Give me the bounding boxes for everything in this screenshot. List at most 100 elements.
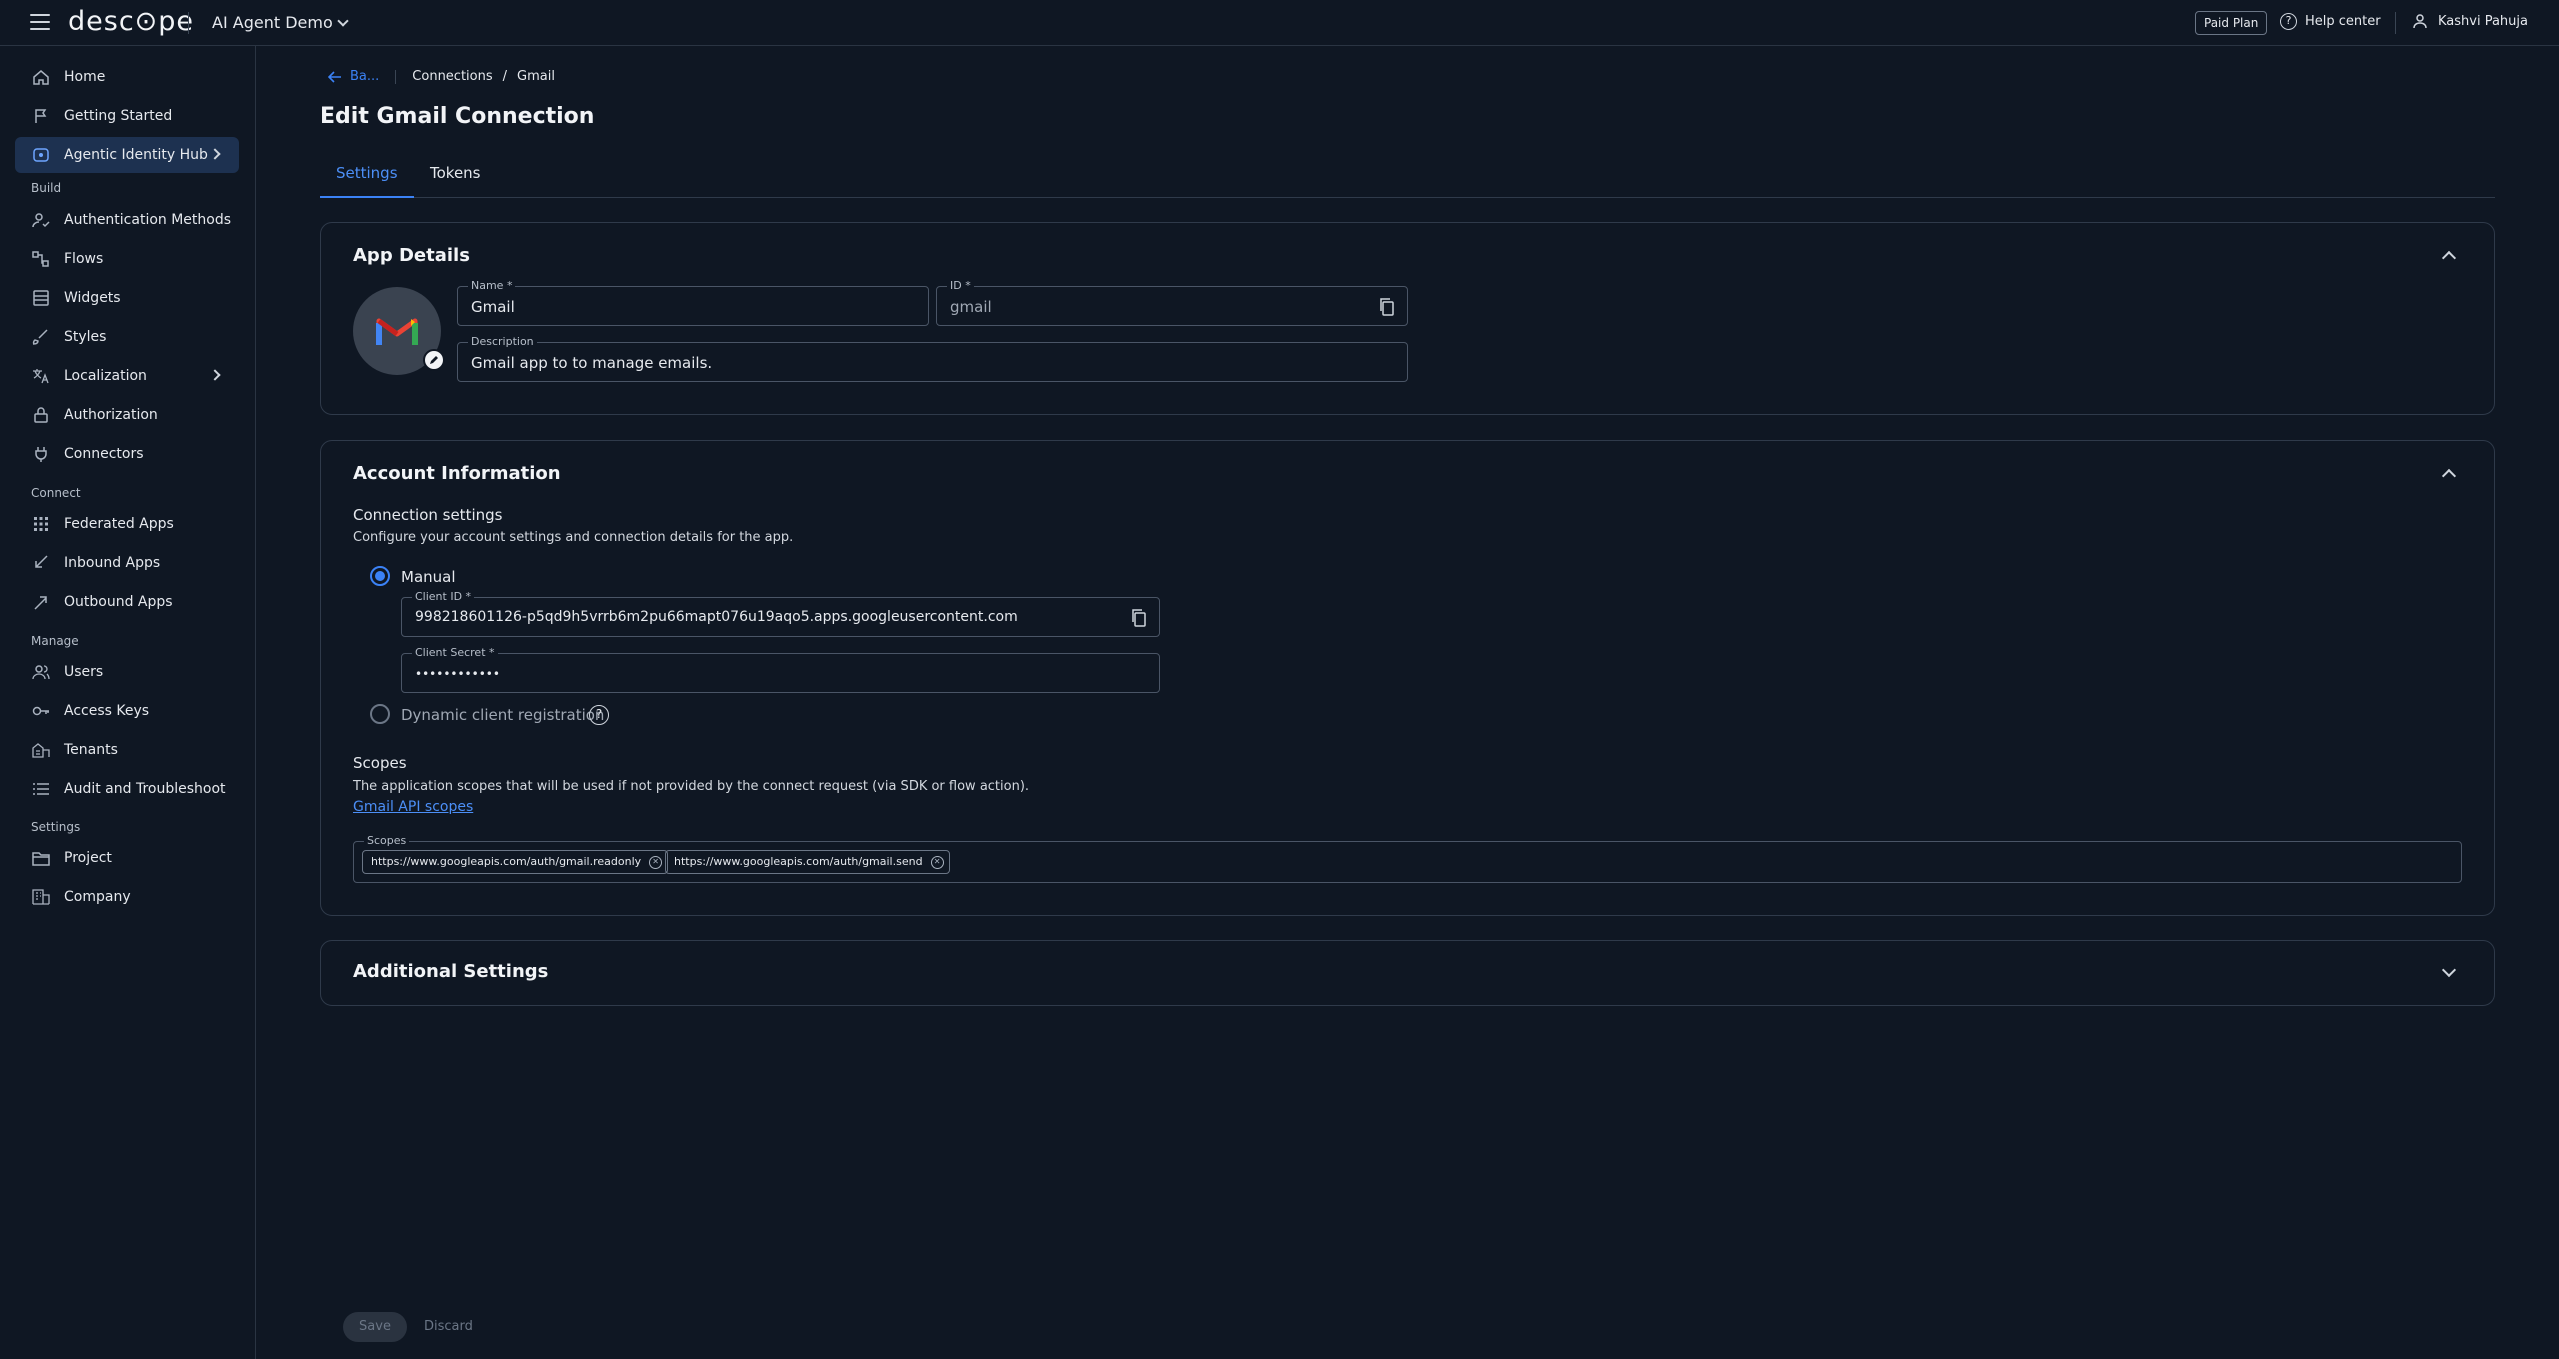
tab-tokens[interactable]: Tokens: [414, 158, 497, 198]
sidebar-item-tenants[interactable]: Tenants: [15, 732, 239, 768]
card-title: Account Information: [353, 463, 561, 484]
help-center-link[interactable]: ? Help center: [2280, 13, 2381, 30]
chevron-right-icon: [209, 369, 221, 381]
save-button[interactable]: Save: [343, 1312, 407, 1342]
grid-icon: [32, 516, 50, 532]
sidebar-item-label: Company: [64, 889, 131, 905]
project-selector[interactable]: AI Agent Demo: [212, 13, 349, 32]
sidebar-item-users[interactable]: Users: [15, 654, 239, 690]
field-label: Description: [468, 335, 537, 349]
dynamic-registration-radio[interactable]: [370, 704, 390, 724]
agent-icon: [32, 147, 50, 163]
copy-icon[interactable]: [1131, 609, 1147, 627]
field-value: ••••••••••••: [415, 667, 500, 681]
scopes-field[interactable]: Scopes https://www.googleapis.com/auth/g…: [353, 834, 2462, 883]
sidebar-item-outbound-apps[interactable]: Outbound Apps: [15, 584, 239, 620]
menu-icon[interactable]: [30, 14, 50, 32]
gmail-icon: [376, 318, 418, 345]
description-field[interactable]: Description Gmail app to to manage email…: [457, 335, 1408, 382]
sidebar-item-localization[interactable]: Localization: [15, 358, 239, 394]
breadcrumb-connections[interactable]: Connections: [412, 69, 492, 84]
field-value: gmail: [950, 298, 992, 316]
page-title: Edit Gmail Connection: [320, 104, 595, 129]
lock-icon: [32, 407, 50, 423]
remove-icon[interactable]: ✕: [930, 856, 944, 869]
tab-settings[interactable]: Settings: [320, 158, 414, 198]
help-label: Help center: [2305, 14, 2381, 29]
remove-icon[interactable]: ✕: [649, 856, 663, 869]
sidebar-item-authentication-methods[interactable]: Authentication Methods: [15, 202, 239, 238]
client-secret-field[interactable]: Client Secret * ••••••••••••: [401, 646, 1160, 693]
flows-icon: [32, 251, 50, 267]
users-icon: [32, 664, 50, 680]
sidebar-item-project[interactable]: Project: [15, 840, 239, 876]
sidebar-item-flows[interactable]: Flows: [15, 241, 239, 277]
sidebar-item-federated-apps[interactable]: Federated Apps: [15, 506, 239, 542]
top-bar: desc⊙pe AI Agent Demo Paid Plan ? Help c…: [0, 0, 2559, 46]
user-name: Kashvi Pahuja: [2438, 13, 2528, 29]
auth-icon: [32, 212, 50, 228]
home-icon: [32, 69, 50, 85]
dynamic-registration-label: Dynamic client registration: [401, 706, 605, 724]
name-field[interactable]: Name * Gmail: [457, 279, 929, 326]
widgets-icon: [32, 290, 50, 306]
sidebar-item-styles[interactable]: Styles: [15, 319, 239, 355]
field-value: Gmail: [471, 298, 515, 316]
chevron-down-icon[interactable]: [2441, 962, 2457, 978]
manual-radio[interactable]: [370, 566, 390, 586]
sidebar-item-label: Authentication Methods: [64, 212, 232, 228]
edit-logo-button[interactable]: [423, 349, 445, 371]
discard-button[interactable]: Discard: [424, 1312, 473, 1342]
sidebar-item-audit[interactable]: Audit and Troubleshoot: [15, 771, 239, 807]
sidebar-item-label: Outbound Apps: [64, 594, 173, 610]
help-icon: ?: [2280, 13, 2297, 30]
back-link[interactable]: Ba...: [328, 69, 379, 84]
outbound-icon: [32, 594, 50, 610]
sidebar: Home Getting Started Agentic Identity Hu…: [0, 46, 256, 1359]
client-id-field[interactable]: Client ID * 998218601126-p5qd9h5vrrb6m2p…: [401, 590, 1160, 637]
id-field[interactable]: ID * gmail: [936, 279, 1408, 326]
logo[interactable]: desc⊙pe: [68, 6, 194, 37]
section-label: Connect: [31, 486, 81, 500]
connection-settings-text: Configure your account settings and conn…: [353, 530, 794, 545]
sidebar-item-agentic-identity-hub[interactable]: Agentic Identity Hub: [15, 137, 239, 173]
field-label: Client ID *: [412, 590, 475, 604]
sidebar-item-label: Audit and Troubleshoot: [64, 781, 226, 797]
building-icon: [32, 889, 50, 905]
back-label: Ba...: [350, 69, 380, 84]
chevron-up-icon[interactable]: [2441, 468, 2457, 484]
divider: [2395, 12, 2396, 34]
sidebar-item-home[interactable]: Home: [15, 59, 239, 95]
sidebar-item-label: Access Keys: [64, 703, 150, 719]
sidebar-item-label: Localization: [64, 368, 147, 384]
sidebar-item-label: Flows: [64, 251, 104, 267]
pencil-icon: [430, 356, 438, 364]
connection-settings-heading: Connection settings: [353, 506, 503, 524]
gmail-api-scopes-link[interactable]: Gmail API scopes: [353, 799, 473, 815]
scope-chip-label: https://www.googleapis.com/auth/gmail.re…: [371, 855, 642, 868]
sidebar-item-label: Users: [64, 664, 104, 680]
chevron-up-icon[interactable]: [2441, 250, 2457, 266]
sidebar-item-access-keys[interactable]: Access Keys: [15, 693, 239, 729]
sidebar-item-widgets[interactable]: Widgets: [15, 280, 239, 316]
sidebar-item-getting-started[interactable]: Getting Started: [15, 98, 239, 134]
help-icon[interactable]: ?: [589, 705, 609, 725]
plan-badge[interactable]: Paid Plan: [2195, 11, 2268, 35]
sidebar-item-authorization[interactable]: Authorization: [15, 397, 239, 433]
sidebar-item-company[interactable]: Company: [15, 879, 239, 915]
plug-icon: [32, 446, 50, 462]
sidebar-item-label: Getting Started: [64, 108, 173, 124]
sidebar-item-connectors[interactable]: Connectors: [15, 436, 239, 472]
account-information-card: Account Information Connection settings …: [320, 440, 2495, 916]
additional-settings-card[interactable]: Additional Settings: [320, 940, 2495, 1006]
scope-chip: https://www.googleapis.com/auth/gmail.se…: [665, 850, 950, 874]
sidebar-item-label: Home: [64, 69, 106, 85]
copy-icon[interactable]: [1379, 298, 1395, 316]
sidebar-item-label: Inbound Apps: [64, 555, 161, 571]
user-menu[interactable]: Kashvi Pahuja: [2412, 13, 2528, 29]
list-icon: [32, 781, 50, 797]
field-label: Client Secret *: [412, 646, 498, 660]
manual-label: Manual: [401, 568, 456, 586]
sidebar-item-inbound-apps[interactable]: Inbound Apps: [15, 545, 239, 581]
card-title: App Details: [353, 245, 470, 266]
